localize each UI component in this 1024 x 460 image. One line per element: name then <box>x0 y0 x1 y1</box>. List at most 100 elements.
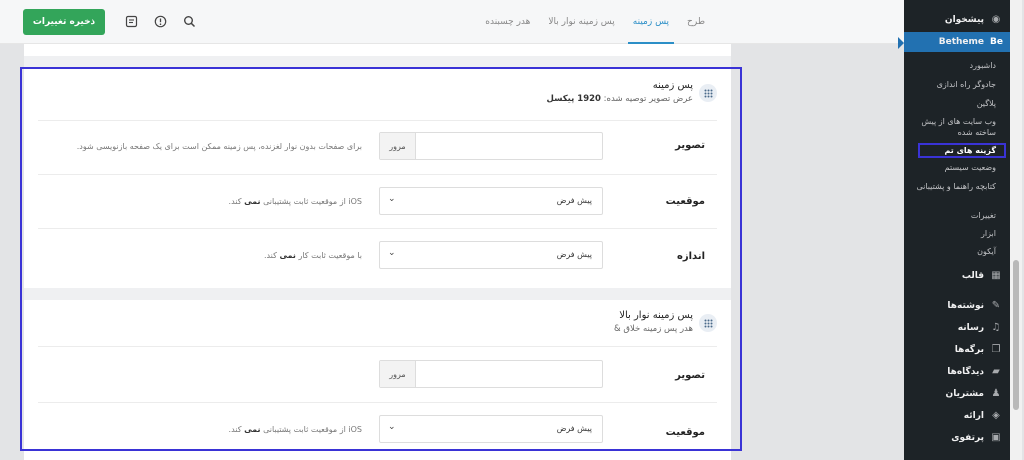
submenu-system-status[interactable]: وضعیت سیستم <box>904 162 1010 173</box>
size-row: اندازه پیش فرض ⌄ با موقعیت ثابت کار نمی … <box>38 228 717 286</box>
subtitle-value: 1920 پیکسل <box>546 94 601 104</box>
menu-comments[interactable]: دیدگاه‌ها ▰ <box>904 362 1010 382</box>
selected-value: پیش فرض <box>556 424 592 433</box>
submenu-theme-options[interactable]: گزینه های تم <box>918 143 1006 158</box>
submenu-plugins[interactable]: پلاگین <box>904 98 1010 109</box>
page-scrollbar[interactable] <box>1010 0 1022 460</box>
info-icon[interactable] <box>153 14 167 28</box>
desc-text: iOS از موقعیت ثابت پشتیبانی <box>263 197 362 206</box>
selected-value: پیش فرض <box>556 250 592 259</box>
submenu-manual-support[interactable]: کتابچه راهنما و پشتیبانی <box>904 181 1010 192</box>
chevron-down-icon: ⌄ <box>388 248 396 258</box>
position-row: موقعیت پیش فرض ⌄ iOS از موقعیت ثابت پشتی… <box>38 402 717 460</box>
grid-icon <box>699 314 717 332</box>
comment-icon: ▰ <box>992 366 1000 377</box>
menu-customers[interactable]: مشتریان ♟ <box>904 384 1010 404</box>
notes-icon[interactable] <box>124 14 138 28</box>
image-label: تصویر <box>675 370 705 381</box>
submenu-dashboard[interactable]: داشبورد <box>904 60 1010 71</box>
app-window: ذخیره تغییرات طرح پس زمینه پس زمینه نوار… <box>0 0 1024 460</box>
image-description: برای صفحات بدون نوار لغزنده، پس زمینه مم… <box>76 142 362 151</box>
image-upload-field[interactable]: مرور <box>379 360 603 388</box>
submenu-icons[interactable]: آیکون <box>904 246 1010 257</box>
admin-sidebar: پیشخوان ◉ Betheme Be داشبورد جادوگر راه … <box>898 0 1010 460</box>
betheme-logo-icon: Be <box>990 37 1003 47</box>
submenu-prebuilt-websites[interactable]: وب سایت های از پیش ساخته شده <box>904 116 1010 138</box>
menu-label: قالب <box>961 271 984 281</box>
section-header: پس زمینه عرض تصویر توصیه شده: 1920 پیکسل <box>24 68 731 116</box>
menu-betheme[interactable]: Betheme Be <box>904 32 1010 52</box>
layout-icon: ▦ <box>991 270 1001 281</box>
topbar-background-section: پس زمینه نوار بالا & هدر پس زمینه خلاق ت… <box>24 300 731 460</box>
menu-media[interactable]: رسانه ♫ <box>904 318 1010 338</box>
menu-posts[interactable]: نوشته‌ها ✎ <box>904 296 1010 316</box>
tab-layout[interactable]: طرح <box>678 0 714 44</box>
menu-label: پرتفوی <box>951 433 984 443</box>
section-subtitle: & هدر پس زمینه خلاق <box>614 324 693 334</box>
users-icon: ♟ <box>991 388 1001 399</box>
section-title: پس زمینه <box>652 80 693 91</box>
presentation-icon: ◈ <box>992 410 1000 421</box>
image-row: تصویر مرور برای صفحات بدون نوار لغزنده، … <box>38 120 717 174</box>
tab-sticky-header[interactable]: هدر چسبنده <box>476 0 539 44</box>
submenu-tools[interactable]: ابزار <box>904 228 1010 239</box>
browse-button[interactable]: مرور <box>380 133 416 159</box>
menu-pages[interactable]: برگه‌ها ❐ <box>904 340 1010 360</box>
tab-topbar-background[interactable]: پس زمینه نوار بالا <box>539 0 623 44</box>
position-row: موقعیت پیش فرض ⌄ iOS از موقعیت ثابت پشتی… <box>38 174 717 228</box>
submenu-changelog[interactable]: تغییرات <box>904 210 1010 221</box>
image-row: تصویر مرور <box>38 346 717 402</box>
menu-label: پیشخوان <box>944 15 984 25</box>
desc-text: کند. <box>263 251 277 260</box>
section-title: پس زمینه نوار بالا <box>619 310 693 321</box>
desc-text: با موقعیت ثابت کار <box>298 251 362 260</box>
options-header: ذخیره تغییرات طرح پس زمینه پس زمینه نوار… <box>0 0 904 44</box>
save-changes-button[interactable]: ذخیره تغییرات <box>23 9 105 35</box>
desc-emphasis: نمی <box>244 425 261 434</box>
menu-label: دیدگاه‌ها <box>947 367 984 377</box>
image-upload-field[interactable]: مرور <box>379 132 603 160</box>
position-label: موقعیت <box>665 427 705 438</box>
section-header: پس زمینه نوار بالا & هدر پس زمینه خلاق <box>24 300 731 348</box>
menu-label: رسانه <box>957 323 984 333</box>
subtitle-text: عرض تصویر توصیه شده: <box>603 94 693 104</box>
menu-label: برگه‌ها <box>954 345 984 355</box>
options-tabs: طرح پس زمینه پس زمینه نوار بالا هدر چسبن… <box>476 0 714 44</box>
dashboard-icon: ◉ <box>991 14 1001 25</box>
position-select[interactable]: پیش فرض ⌄ <box>379 187 603 215</box>
browse-button[interactable]: مرور <box>380 361 416 387</box>
desc-text: iOS از موقعیت ثابت پشتیبانی <box>263 425 362 434</box>
desc-emphasis: نمی <box>279 251 296 260</box>
menu-portfolio[interactable]: پرتفوی ▣ <box>904 428 1010 448</box>
position-label: موقعیت <box>665 196 705 207</box>
position-description: iOS از موقعیت ثابت پشتیبانی نمی کند. <box>38 197 378 206</box>
menu-label: Betheme <box>938 37 984 47</box>
grid-icon <box>699 84 717 102</box>
pin-icon: ✎ <box>991 300 1001 311</box>
desc-text: کند. <box>228 425 242 434</box>
menu-label: مشتریان <box>945 389 984 399</box>
submenu-setup-wizard[interactable]: جادوگر راه اندازی <box>904 79 1010 90</box>
size-label: اندازه <box>676 251 705 262</box>
previous-card-end <box>24 44 731 56</box>
image-label: تصویر <box>675 140 705 151</box>
size-description: با موقعیت ثابت کار نمی کند. <box>38 251 378 260</box>
chevron-down-icon: ⌄ <box>388 194 396 204</box>
menu-presentation[interactable]: ارائه ◈ <box>904 406 1010 426</box>
chevron-down-icon: ⌄ <box>388 422 396 432</box>
search-icon[interactable] <box>182 14 196 28</box>
position-select[interactable]: پیش فرض ⌄ <box>379 415 603 443</box>
menu-dashboard[interactable]: پیشخوان ◉ <box>904 10 1010 30</box>
position-description: iOS از موقعیت ثابت پشتیبانی نمی کند. <box>38 425 378 434</box>
tab-background[interactable]: پس زمینه <box>624 0 678 44</box>
size-select[interactable]: پیش فرض ⌄ <box>379 241 603 269</box>
active-arrow <box>898 37 904 49</box>
media-icon: ♫ <box>991 322 1001 333</box>
options-content: پس زمینه عرض تصویر توصیه شده: 1920 پیکسل… <box>24 44 731 460</box>
selected-value: پیش فرض <box>556 196 592 205</box>
menu-label: نوشته‌ها <box>947 301 984 311</box>
portfolio-icon: ▣ <box>991 432 1001 443</box>
menu-label: ارائه <box>963 411 984 421</box>
scrollbar-thumb[interactable] <box>1013 260 1019 410</box>
menu-appearance[interactable]: قالب ▦ <box>904 266 1010 286</box>
